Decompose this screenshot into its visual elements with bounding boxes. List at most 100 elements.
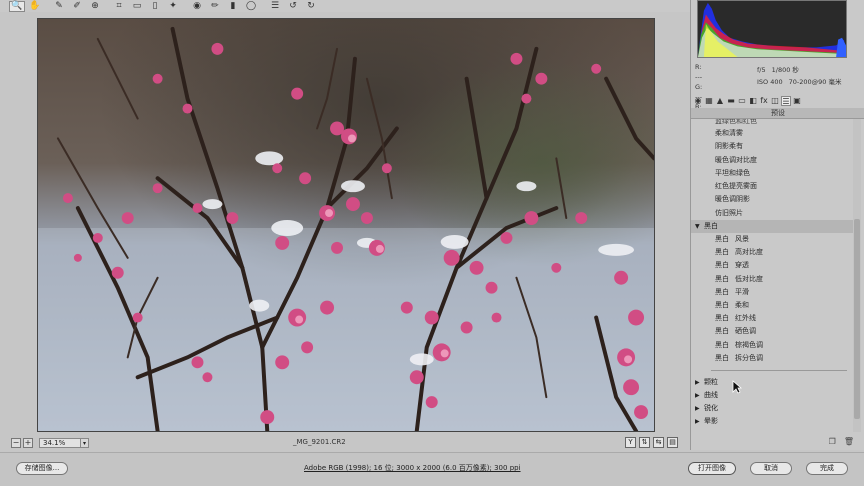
histogram-graph xyxy=(698,1,846,57)
bw-style-label: 柔和 xyxy=(735,301,749,310)
preset-item[interactable]: 仿旧照片 xyxy=(691,207,855,220)
snapshots-tab-icon[interactable]: ▣ xyxy=(792,96,802,106)
preview-photo[interactable] xyxy=(37,18,655,432)
action-bar: 存储图像... Adobe RGB (1998); 16 位; 3000 x 2… xyxy=(0,452,864,486)
preset-item[interactable]: 平坦和绿色 xyxy=(691,167,855,180)
zoom-level-field[interactable]: 34.1% xyxy=(39,438,81,448)
r-value: --- xyxy=(695,73,703,81)
hsl-tab-icon[interactable]: ▬ xyxy=(726,96,736,106)
bw-preset-item[interactable]: 黑白 硒色调 xyxy=(691,325,855,338)
adjustment-brush-tool-icon[interactable]: ✏ xyxy=(207,1,223,12)
group-label: 曲线 xyxy=(704,390,718,399)
bw-prefix-label: 黑白 xyxy=(715,301,729,310)
triangle-down-icon: ▼ xyxy=(695,223,700,231)
preferences-tool-icon[interactable]: ☰ xyxy=(267,1,283,12)
white-balance-tool-icon[interactable]: ✎ xyxy=(51,1,67,12)
preset-group[interactable]: ▶ 曲线 xyxy=(691,389,855,402)
aperture-value: f/5 xyxy=(757,66,766,74)
exif-info: R: --- G: --- B: --- f/51/800 秒 ISO 4007… xyxy=(695,62,861,121)
spot-removal-tool-icon[interactable]: ✦ xyxy=(165,1,181,12)
workflow-options-link[interactable]: Adobe RGB (1998); 16 位; 3000 x 2000 (6.0… xyxy=(304,463,521,473)
preset-group[interactable]: ▶ 颗粒 xyxy=(691,376,855,389)
iso-value: ISO 400 xyxy=(757,78,783,86)
tone-curve-tab-icon[interactable]: ▦ xyxy=(704,96,714,106)
targeted-adjustment-tool-icon[interactable]: ⊕ xyxy=(87,1,103,12)
red-eye-tool-icon[interactable]: ◉ xyxy=(189,1,205,12)
toggle-y-icon[interactable]: Y xyxy=(625,437,636,448)
image-canvas[interactable] xyxy=(9,12,689,434)
preset-group-bw[interactable]: ▼ 黑白 xyxy=(691,220,855,234)
basic-tab-icon[interactable]: ◉ xyxy=(693,96,703,106)
preset-item[interactable]: 暖色调阴影 xyxy=(691,193,855,206)
camera-calibration-tab-icon[interactable]: ◫ xyxy=(770,96,780,106)
preset-group[interactable]: ▶ 锐化 xyxy=(691,402,855,415)
rotate-left-tool-icon[interactable]: ↺ xyxy=(285,1,301,12)
open-image-button[interactable]: 打开图像 xyxy=(688,462,736,475)
bw-prefix-label: 黑白 xyxy=(715,248,729,257)
group-label: 锐化 xyxy=(704,403,718,412)
straighten-tool-icon[interactable]: ▭ xyxy=(129,1,145,12)
bw-preset-item[interactable]: 黑白 红外线 xyxy=(691,312,855,325)
preset-item[interactable]: 阴影柔有 xyxy=(691,140,855,153)
scrollbar-thumb[interactable] xyxy=(854,219,860,419)
panel-bottom-icons: ❐ 🗑 xyxy=(829,437,854,446)
zoom-dropdown-chevron-icon[interactable]: ▾ xyxy=(81,438,89,448)
triangle-right-icon: ▶ xyxy=(695,417,700,425)
bw-preset-item[interactable]: 黑白 低对比度 xyxy=(691,273,855,286)
graduated-filter-tool-icon[interactable]: ▮ xyxy=(225,1,241,12)
bw-preset-item[interactable]: 黑白 高对比度 xyxy=(691,246,855,259)
bw-preset-item[interactable]: 黑白 风景 xyxy=(691,233,855,246)
presets-tab-icon[interactable]: ☰ xyxy=(781,96,791,106)
r-label: R: xyxy=(695,63,702,71)
preset-item[interactable]: 蓝绿色和红色 xyxy=(691,119,855,127)
cancel-button[interactable]: 取消 xyxy=(750,462,792,475)
view-toggles: Y ⇅ ⇆ ▤ xyxy=(625,437,678,448)
g-label: G: xyxy=(695,83,703,91)
bw-style-label: 穿透 xyxy=(735,261,749,270)
bw-style-label: 平滑 xyxy=(735,287,749,296)
zoom-in-button[interactable]: + xyxy=(23,438,33,448)
group-label: 颗粒 xyxy=(704,377,718,386)
zoom-tool-icon[interactable]: 🔍 xyxy=(9,0,25,12)
delete-preset-icon[interactable]: 🗑 xyxy=(844,437,854,446)
bw-prefix-label: 黑白 xyxy=(715,274,729,283)
detail-tab-icon[interactable]: ▲ xyxy=(715,96,725,106)
bw-prefix-label: 黑白 xyxy=(715,235,729,244)
bw-preset-item[interactable]: 黑白 棕褐色调 xyxy=(691,339,855,352)
bw-style-label: 硒色调 xyxy=(735,327,756,336)
status-bar: − + 34.1% ▾ _MG_9201.CR2 Y ⇅ ⇆ ▤ xyxy=(0,436,690,450)
bw-style-label: 拆分色调 xyxy=(735,353,763,362)
bw-style-label: 风景 xyxy=(735,235,749,244)
preset-item[interactable]: 红色提亮雾面 xyxy=(691,180,855,193)
hand-tool-icon[interactable]: ✋ xyxy=(27,1,43,12)
preset-group[interactable]: ▶ 晕影 xyxy=(691,415,855,428)
bw-style-label: 低对比度 xyxy=(735,274,763,283)
copy-settings-icon[interactable]: ▤ xyxy=(667,437,678,448)
preset-item[interactable]: 暖色调对比度 xyxy=(691,154,855,167)
swap-icon[interactable]: ⇆ xyxy=(653,437,664,448)
effects-tab-icon[interactable]: fx xyxy=(759,96,769,106)
bw-preset-item[interactable]: 黑白 平滑 xyxy=(691,286,855,299)
lens-corrections-tab-icon[interactable]: ◧ xyxy=(748,96,758,106)
triangle-right-icon: ▶ xyxy=(695,391,700,399)
crop-tool-icon[interactable]: ⌗ xyxy=(111,1,127,12)
bw-prefix-label: 黑白 xyxy=(715,353,729,362)
preset-item[interactable]: 柔和清雾 xyxy=(691,127,855,140)
bw-prefix-label: 黑白 xyxy=(715,327,729,336)
bw-preset-item[interactable]: 黑白 柔和 xyxy=(691,299,855,312)
color-sampler-tool-icon[interactable]: ✐ xyxy=(69,1,85,12)
split-toning-tab-icon[interactable]: ▭ xyxy=(737,96,747,106)
triangle-right-icon: ▶ xyxy=(695,404,700,412)
zoom-out-button[interactable]: − xyxy=(11,438,21,448)
radial-filter-tool-icon[interactable]: ◯ xyxy=(243,1,259,12)
bw-preset-item[interactable]: 黑白 拆分色调 xyxy=(691,352,855,365)
bw-preset-item[interactable]: 黑白 穿透 xyxy=(691,259,855,272)
rotate-right-tool-icon[interactable]: ↻ xyxy=(303,1,319,12)
before-after-icon[interactable]: ⇅ xyxy=(639,437,650,448)
done-button[interactable]: 完成 xyxy=(806,462,848,475)
transform-tool-icon[interactable]: ▯ xyxy=(147,1,163,12)
bw-prefix-label: 黑白 xyxy=(715,314,729,323)
new-preset-icon[interactable]: ❐ xyxy=(829,437,836,446)
save-image-button[interactable]: 存储图像... xyxy=(16,462,68,475)
preset-scrollbar[interactable] xyxy=(853,119,861,432)
